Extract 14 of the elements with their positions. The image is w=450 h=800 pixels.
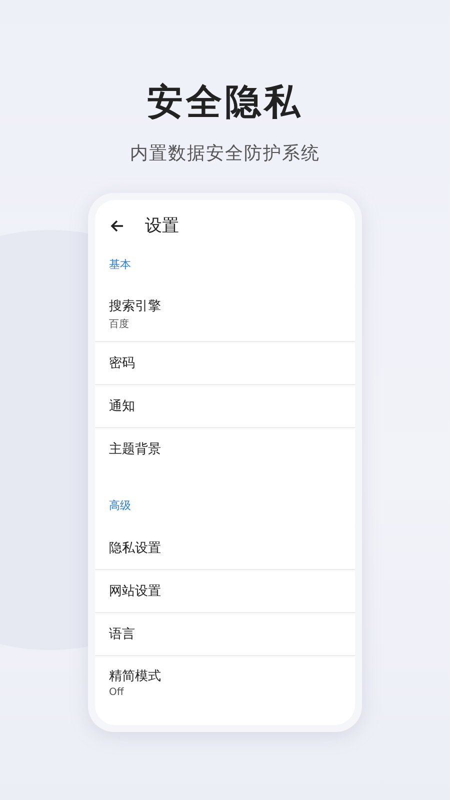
settings-item[interactable]: 通知 <box>95 385 355 428</box>
settings-item[interactable]: 密码 <box>95 342 355 385</box>
back-arrow-icon[interactable] <box>109 218 125 234</box>
settings-item[interactable]: 隐私设置 <box>95 527 355 570</box>
subtitle: 内置数据安全防护系统 <box>130 142 320 165</box>
settings-item[interactable]: 搜索引擎 百度 <box>95 286 355 342</box>
screen-title: 设置 <box>145 215 179 237</box>
settings-item[interactable]: 语言 <box>95 613 355 656</box>
settings-item[interactable]: 网站设置 <box>95 570 355 613</box>
settings-item[interactable]: 精简模式 Off <box>95 656 355 713</box>
section-header: 基本 <box>108 257 132 273</box>
settings-item[interactable]: 主题背景 <box>95 428 355 488</box>
headline: 安全隐私 <box>147 81 303 125</box>
section-header: 高级 <box>108 498 132 514</box>
